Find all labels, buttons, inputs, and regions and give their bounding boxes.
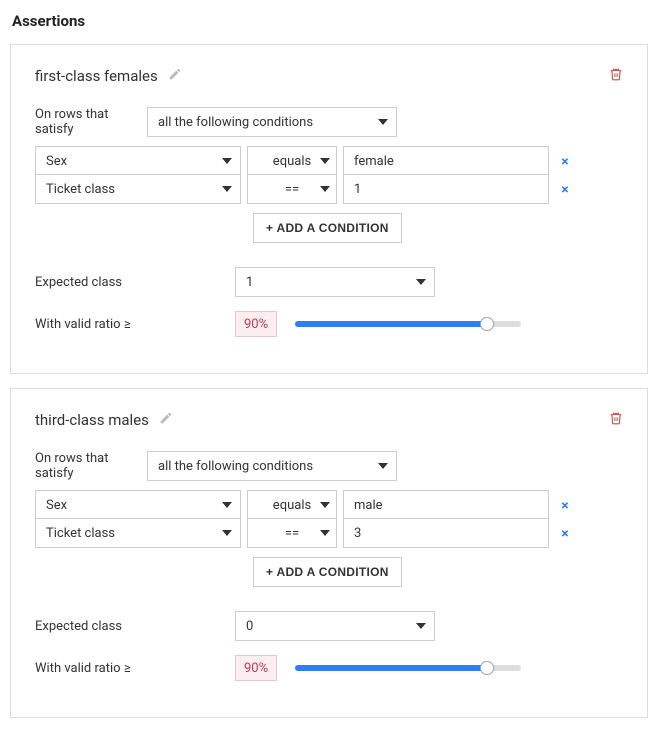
condition-field-select[interactable]: Sex bbox=[35, 146, 241, 176]
condition-op-value: equals bbox=[248, 154, 336, 169]
condition-value-text: female bbox=[354, 154, 394, 169]
condition-field-value: Sex bbox=[46, 498, 67, 513]
remove-condition-icon[interactable]: × bbox=[557, 182, 573, 198]
slider-thumb[interactable] bbox=[480, 317, 494, 331]
on-rows-label: On rows that satisfy bbox=[35, 107, 147, 137]
scope-select-value: all the following conditions bbox=[158, 459, 313, 474]
chevron-down-icon bbox=[222, 530, 232, 536]
assertion-card: first-class females On rows that satisfy… bbox=[10, 44, 648, 374]
chevron-down-icon bbox=[416, 623, 426, 629]
expected-class-value: 0 bbox=[246, 619, 253, 634]
scope-select[interactable]: all the following conditions bbox=[147, 451, 397, 481]
expected-class-select[interactable]: 1 bbox=[235, 267, 435, 297]
assertion-card: third-class males On rows that satisfy a… bbox=[10, 388, 648, 718]
add-condition-button[interactable]: + ADD A CONDITION bbox=[253, 557, 402, 587]
expected-class-label: Expected class bbox=[35, 275, 235, 290]
valid-ratio-label: With valid ratio ≥ bbox=[35, 661, 235, 676]
condition-op-select[interactable]: equals bbox=[247, 490, 337, 520]
pencil-icon[interactable] bbox=[159, 411, 173, 429]
condition-row: Ticket class == 1 × bbox=[35, 175, 623, 204]
slider-fill bbox=[295, 321, 487, 327]
expected-class-label: Expected class bbox=[35, 619, 235, 634]
on-rows-label: On rows that satisfy bbox=[35, 451, 147, 481]
condition-value-text: male bbox=[354, 498, 383, 513]
slider-fill bbox=[295, 665, 487, 671]
trash-icon[interactable] bbox=[609, 67, 623, 85]
condition-op-value: equals bbox=[248, 498, 336, 513]
trash-icon[interactable] bbox=[609, 411, 623, 429]
condition-op-select[interactable]: == bbox=[247, 518, 337, 548]
condition-row: Sex equals male × bbox=[35, 491, 623, 520]
condition-op-value: == bbox=[248, 182, 336, 197]
expected-class-select[interactable]: 0 bbox=[235, 611, 435, 641]
chevron-down-icon bbox=[378, 463, 388, 469]
condition-value-input[interactable]: 1 bbox=[343, 174, 549, 204]
chevron-down-icon bbox=[222, 186, 232, 192]
condition-value-input[interactable]: 3 bbox=[343, 518, 549, 548]
add-condition-button[interactable]: + ADD A CONDITION bbox=[253, 213, 402, 243]
chevron-down-icon bbox=[222, 158, 232, 164]
condition-op-value: == bbox=[248, 526, 336, 541]
chevron-down-icon bbox=[378, 119, 388, 125]
assertion-title: first-class females bbox=[35, 67, 158, 85]
remove-condition-icon[interactable]: × bbox=[557, 498, 573, 514]
chevron-down-icon bbox=[416, 279, 426, 285]
condition-value-input[interactable]: female bbox=[343, 146, 549, 176]
condition-row: Ticket class == 3 × bbox=[35, 519, 623, 548]
condition-field-value: Sex bbox=[46, 154, 67, 169]
pencil-icon[interactable] bbox=[168, 67, 182, 85]
condition-value-text: 1 bbox=[354, 182, 361, 197]
valid-ratio-value[interactable]: 90% bbox=[235, 655, 277, 681]
valid-ratio-slider[interactable] bbox=[295, 661, 521, 675]
condition-field-value: Ticket class bbox=[46, 526, 115, 541]
slider-thumb[interactable] bbox=[480, 661, 494, 675]
condition-field-select[interactable]: Sex bbox=[35, 490, 241, 520]
condition-row: Sex equals female × bbox=[35, 147, 623, 176]
expected-class-value: 1 bbox=[246, 275, 253, 290]
condition-field-value: Ticket class bbox=[46, 182, 115, 197]
valid-ratio-slider[interactable] bbox=[295, 317, 521, 331]
page-title: Assertions bbox=[12, 12, 648, 30]
condition-field-select[interactable]: Ticket class bbox=[35, 518, 241, 548]
valid-ratio-label: With valid ratio ≥ bbox=[35, 317, 235, 332]
valid-ratio-value[interactable]: 90% bbox=[235, 311, 277, 337]
condition-field-select[interactable]: Ticket class bbox=[35, 174, 241, 204]
condition-value-input[interactable]: male bbox=[343, 490, 549, 520]
remove-condition-icon[interactable]: × bbox=[557, 154, 573, 170]
condition-op-select[interactable]: == bbox=[247, 174, 337, 204]
scope-select[interactable]: all the following conditions bbox=[147, 107, 397, 137]
remove-condition-icon[interactable]: × bbox=[557, 526, 573, 542]
condition-op-select[interactable]: equals bbox=[247, 146, 337, 176]
condition-value-text: 3 bbox=[354, 526, 361, 541]
scope-select-value: all the following conditions bbox=[158, 115, 313, 130]
assertion-title: third-class males bbox=[35, 411, 149, 429]
chevron-down-icon bbox=[222, 502, 232, 508]
